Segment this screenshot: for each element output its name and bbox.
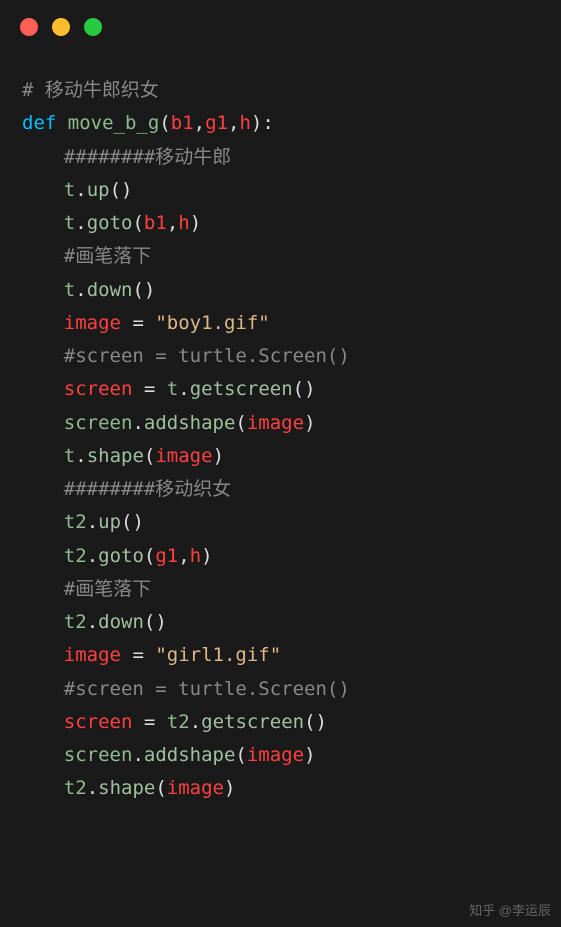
keyword-def: def: [22, 112, 56, 134]
maximize-icon[interactable]: [84, 18, 102, 36]
watermark: 知乎 @李运辰: [469, 900, 551, 923]
code-block: # 移动牛郎织女 def move_b_g(b1,g1,h): ########…: [0, 54, 561, 826]
close-icon[interactable]: [20, 18, 38, 36]
minimize-icon[interactable]: [52, 18, 70, 36]
comment-line: # 移动牛郎织女: [22, 79, 159, 101]
function-name: move_b_g: [68, 112, 160, 134]
window-controls: [0, 0, 561, 54]
